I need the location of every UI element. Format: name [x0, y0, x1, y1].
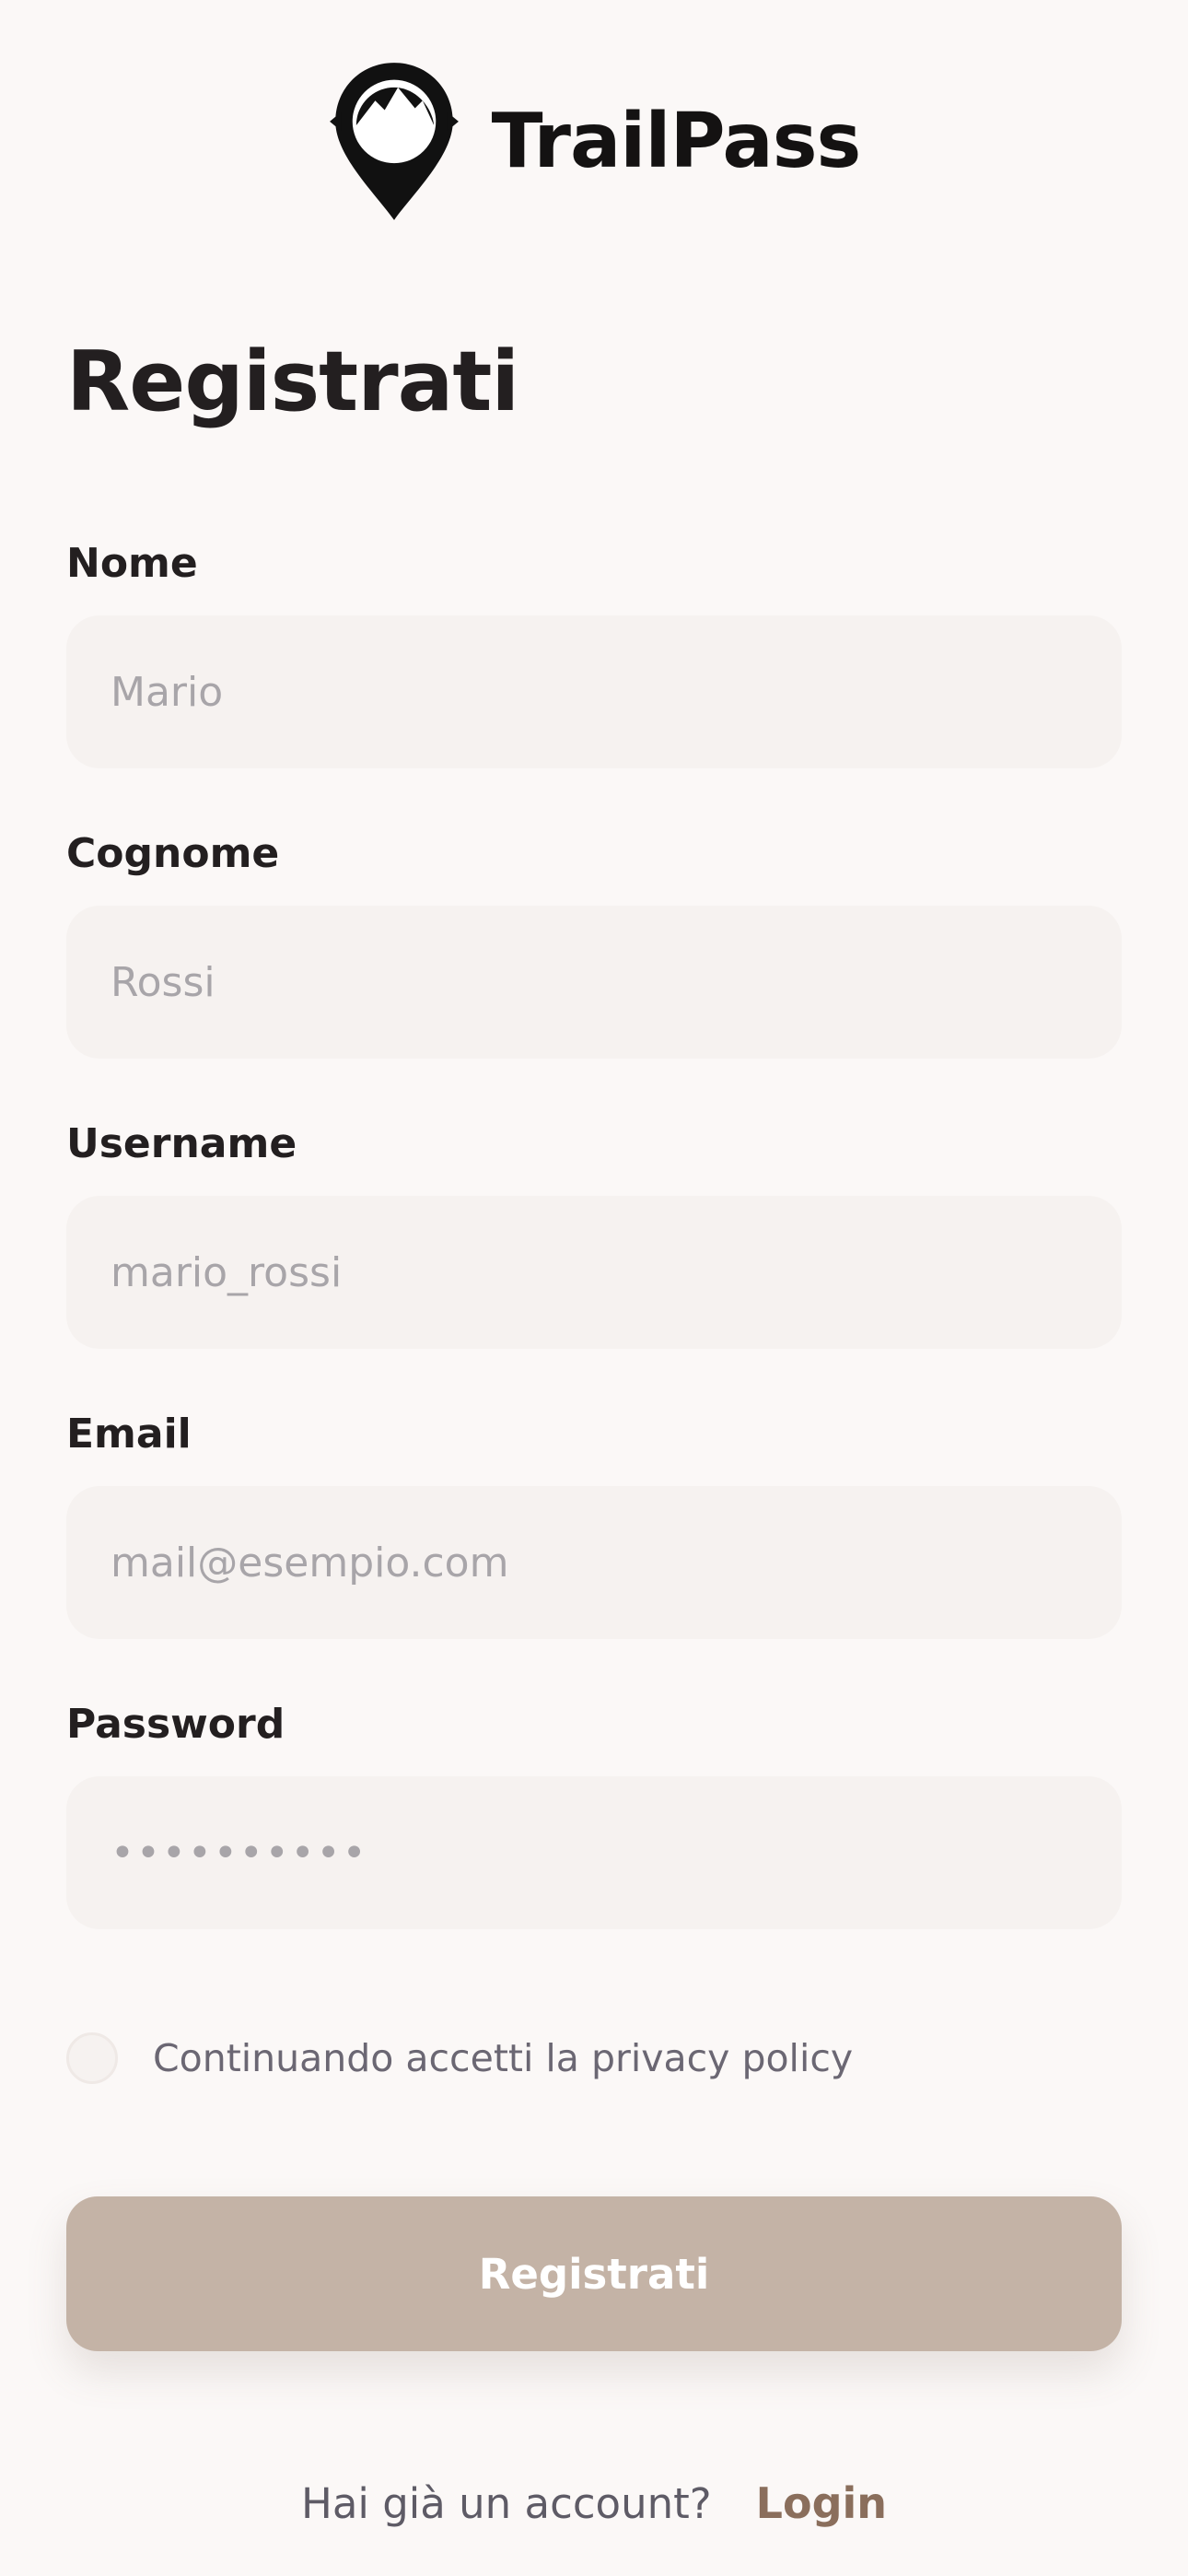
registration-screen: TrailPass Registrati Nome Cognome Userna… [0, 0, 1188, 2576]
nome-label: Nome [66, 540, 198, 587]
username-input[interactable] [66, 1196, 1122, 1349]
password-input[interactable] [66, 1776, 1122, 1929]
nome-input[interactable] [66, 615, 1122, 768]
map-pin-mountain-icon [329, 63, 459, 220]
username-label: Username [66, 1120, 297, 1167]
brand-header: TrailPass [0, 59, 1188, 225]
privacy-consent[interactable]: Continuando accetti la privacy policy [66, 2032, 853, 2084]
email-input[interactable] [66, 1486, 1122, 1639]
privacy-checkbox[interactable] [66, 2032, 118, 2084]
login-prompt: Hai già un account? Login [0, 2478, 1188, 2528]
email-label: Email [66, 1411, 192, 1458]
register-button[interactable]: Registrati [66, 2196, 1122, 2351]
cognome-input[interactable] [66, 906, 1122, 1059]
login-question: Hai già un account? [300, 2479, 712, 2528]
privacy-label: Continuando accetti la privacy policy [153, 2036, 854, 2080]
brand-name: TrailPass [491, 98, 862, 185]
cognome-label: Cognome [66, 830, 280, 877]
login-link[interactable]: Login [756, 2478, 887, 2528]
password-label: Password [66, 1701, 285, 1748]
page-title: Registrati [66, 334, 519, 430]
